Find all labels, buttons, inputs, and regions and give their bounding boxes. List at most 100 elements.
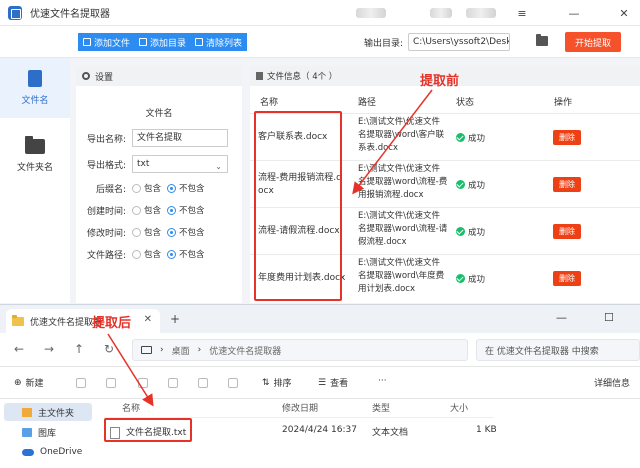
document-icon xyxy=(256,72,263,80)
modified-include-radio[interactable]: 包含 xyxy=(132,226,161,238)
nav-home[interactable]: 主文件夹 xyxy=(4,403,92,421)
file-size: 1 KB xyxy=(476,425,497,435)
file-path-cell: E:\测试文件\优速文件名提取器\word\流程-费用报销流程.docx xyxy=(358,164,448,200)
annotation-after: 提取后 xyxy=(92,316,132,331)
trash-icon xyxy=(195,38,203,46)
view-button[interactable]: ☰ 查看 xyxy=(318,376,349,390)
add-file-button[interactable]: 添加文件 xyxy=(78,33,136,51)
up-icon[interactable]: ↑ xyxy=(74,342,84,356)
nav-item-foldername[interactable]: 文件夹名 xyxy=(0,126,70,186)
export-format-select[interactable]: txt ⌄ xyxy=(132,155,228,173)
table-row[interactable]: 流程-费用报销流程.docx E:\测试文件\优速文件名提取器\word\流程-… xyxy=(250,160,640,207)
status-cell: 成功 xyxy=(456,208,485,255)
nav-onedrive[interactable]: OneDrive xyxy=(4,443,92,461)
nav-gallery[interactable]: 图库 xyxy=(4,423,92,441)
folder-icon xyxy=(12,314,24,326)
start-extract-button[interactable]: 开始提取 xyxy=(565,32,621,52)
close-icon[interactable]: ✕ xyxy=(144,314,152,325)
chevron-right-icon: › xyxy=(197,345,202,355)
menu-icon[interactable]: ≡ xyxy=(512,3,532,23)
nav-item-label: 文件名 xyxy=(21,96,49,106)
app-title: 优速文件名提取器 xyxy=(30,9,110,20)
settings-panel: 设置 文件名 导出名称: 文件名提取 导出格式: txt ⌄ 后缀名: 包含 不… xyxy=(76,66,242,303)
table-row[interactable]: 客户联系表.docx E:\测试文件\优速文件名提取器\word\客户联系表.d… xyxy=(250,113,640,160)
path-exclude-radio[interactable]: 不包含 xyxy=(167,248,205,260)
file-path-row: 文件路径: 包含 不包含 xyxy=(76,244,242,264)
search-input[interactable]: 在 优速文件名提取器 中搜索 xyxy=(476,339,640,361)
created-include-radio[interactable]: 包含 xyxy=(132,204,161,216)
radio-label: 包含 xyxy=(144,184,162,194)
output-dir-input[interactable]: C:\Users\yssoft2\Deskt xyxy=(408,33,510,51)
delete-button[interactable]: 删除 xyxy=(553,177,581,192)
file-path-cell: E:\测试文件\优速文件名提取器\word\客户联系表.docx xyxy=(358,117,445,153)
delete-button[interactable]: 删除 xyxy=(553,271,581,286)
col-header-name[interactable]: 名称 xyxy=(122,401,140,414)
explorer-tab[interactable]: 优速文件名提取器 ✕ xyxy=(6,309,160,333)
minimize-icon[interactable]: — xyxy=(564,3,584,23)
path-include-radio[interactable]: 包含 xyxy=(132,248,161,260)
app-titlebar: 优速文件名提取器 ≡ — ✕ xyxy=(0,0,640,26)
created-time-label: 创建时间: xyxy=(86,206,126,217)
created-exclude-radio[interactable]: 不包含 xyxy=(167,204,205,216)
close-icon[interactable]: ✕ xyxy=(614,3,634,23)
nav-label: 主文件夹 xyxy=(38,408,75,419)
delete-button[interactable]: 删除 xyxy=(553,130,581,145)
side-nav: 文件名 文件夹名 xyxy=(0,58,70,303)
file-name-cell: 流程-请假流程.docx xyxy=(258,226,340,236)
paste-icon[interactable] xyxy=(138,378,148,388)
add-file-icon xyxy=(83,38,91,46)
delete-button[interactable]: 删除 xyxy=(553,224,581,239)
suffix-include-radio[interactable]: 包含 xyxy=(132,182,161,194)
new-label: 新建 xyxy=(25,379,44,389)
add-dir-label: 添加目录 xyxy=(150,38,187,49)
refresh-icon[interactable]: ↻ xyxy=(104,342,114,356)
view-label: 查看 xyxy=(330,379,349,389)
radio-dot xyxy=(132,183,141,193)
details-button[interactable]: 详细信息 xyxy=(594,376,630,389)
sort-button[interactable]: ⇅ 排序 xyxy=(262,376,292,390)
address-bar[interactable]: › 桌面 › 优速文件名提取器 xyxy=(132,339,468,361)
delete-icon[interactable] xyxy=(228,378,238,388)
cloud-icon xyxy=(22,448,34,456)
sort-icon: ⇅ xyxy=(262,377,270,388)
gallery-icon xyxy=(22,427,32,437)
modified-exclude-radio[interactable]: 不包含 xyxy=(167,226,205,238)
file-icon xyxy=(28,70,42,87)
more-button[interactable]: ··· xyxy=(378,376,387,386)
export-name-row: 导出名称: 文件名提取 xyxy=(76,128,242,148)
file-info-title: 文件信息（ 4个 ） xyxy=(267,72,338,82)
suffix-exclude-radio[interactable]: 不包含 xyxy=(167,182,205,194)
col-header-path: 路径 xyxy=(358,98,377,108)
radio-label: 包含 xyxy=(144,250,162,260)
forward-icon[interactable]: → xyxy=(44,342,54,356)
col-header-modified[interactable]: 修改日期 xyxy=(282,401,318,414)
cut-icon[interactable] xyxy=(76,378,86,388)
nav-item-filename[interactable]: 文件名 xyxy=(0,58,70,118)
back-icon[interactable]: ← xyxy=(14,342,24,356)
export-name-input[interactable]: 文件名提取 xyxy=(132,129,228,147)
maximize-icon[interactable]: ☐ xyxy=(604,311,614,324)
radio-label: 包含 xyxy=(144,228,162,238)
share-icon[interactable] xyxy=(198,378,208,388)
sort-label: 排序 xyxy=(273,379,292,389)
new-tab-icon[interactable]: + xyxy=(170,312,180,326)
app-logo-icon xyxy=(8,5,22,20)
clear-list-button[interactable]: 清除列表 xyxy=(190,33,248,51)
col-header-name: 名称 xyxy=(260,98,279,108)
minimize-icon[interactable]: — xyxy=(556,311,567,324)
settings-header: 设置 xyxy=(76,66,242,86)
add-dir-button[interactable]: 添加目录 xyxy=(134,33,192,51)
col-header-type[interactable]: 类型 xyxy=(372,401,390,414)
folder-browse-icon[interactable] xyxy=(536,34,548,46)
modified-time-row: 修改时间: 包含 不包含 xyxy=(76,222,242,242)
copy-icon[interactable] xyxy=(106,378,116,388)
table-row[interactable]: 流程-请假流程.docx E:\测试文件\优速文件名提取器\word\流程-请假… xyxy=(250,207,640,254)
radio-label: 不包含 xyxy=(179,250,205,260)
col-header-size[interactable]: 大小 xyxy=(450,401,468,414)
breadcrumb-folder[interactable]: 优速文件名提取器 xyxy=(209,344,281,357)
success-icon xyxy=(456,274,465,283)
breadcrumb-desktop[interactable]: 桌面 xyxy=(172,344,190,357)
new-button[interactable]: ⊕ 新建 xyxy=(14,376,44,390)
table-row[interactable]: 年度费用计划表.docx E:\测试文件\优速文件名提取器\word\年度费用计… xyxy=(250,254,640,301)
rename-icon[interactable] xyxy=(168,378,178,388)
